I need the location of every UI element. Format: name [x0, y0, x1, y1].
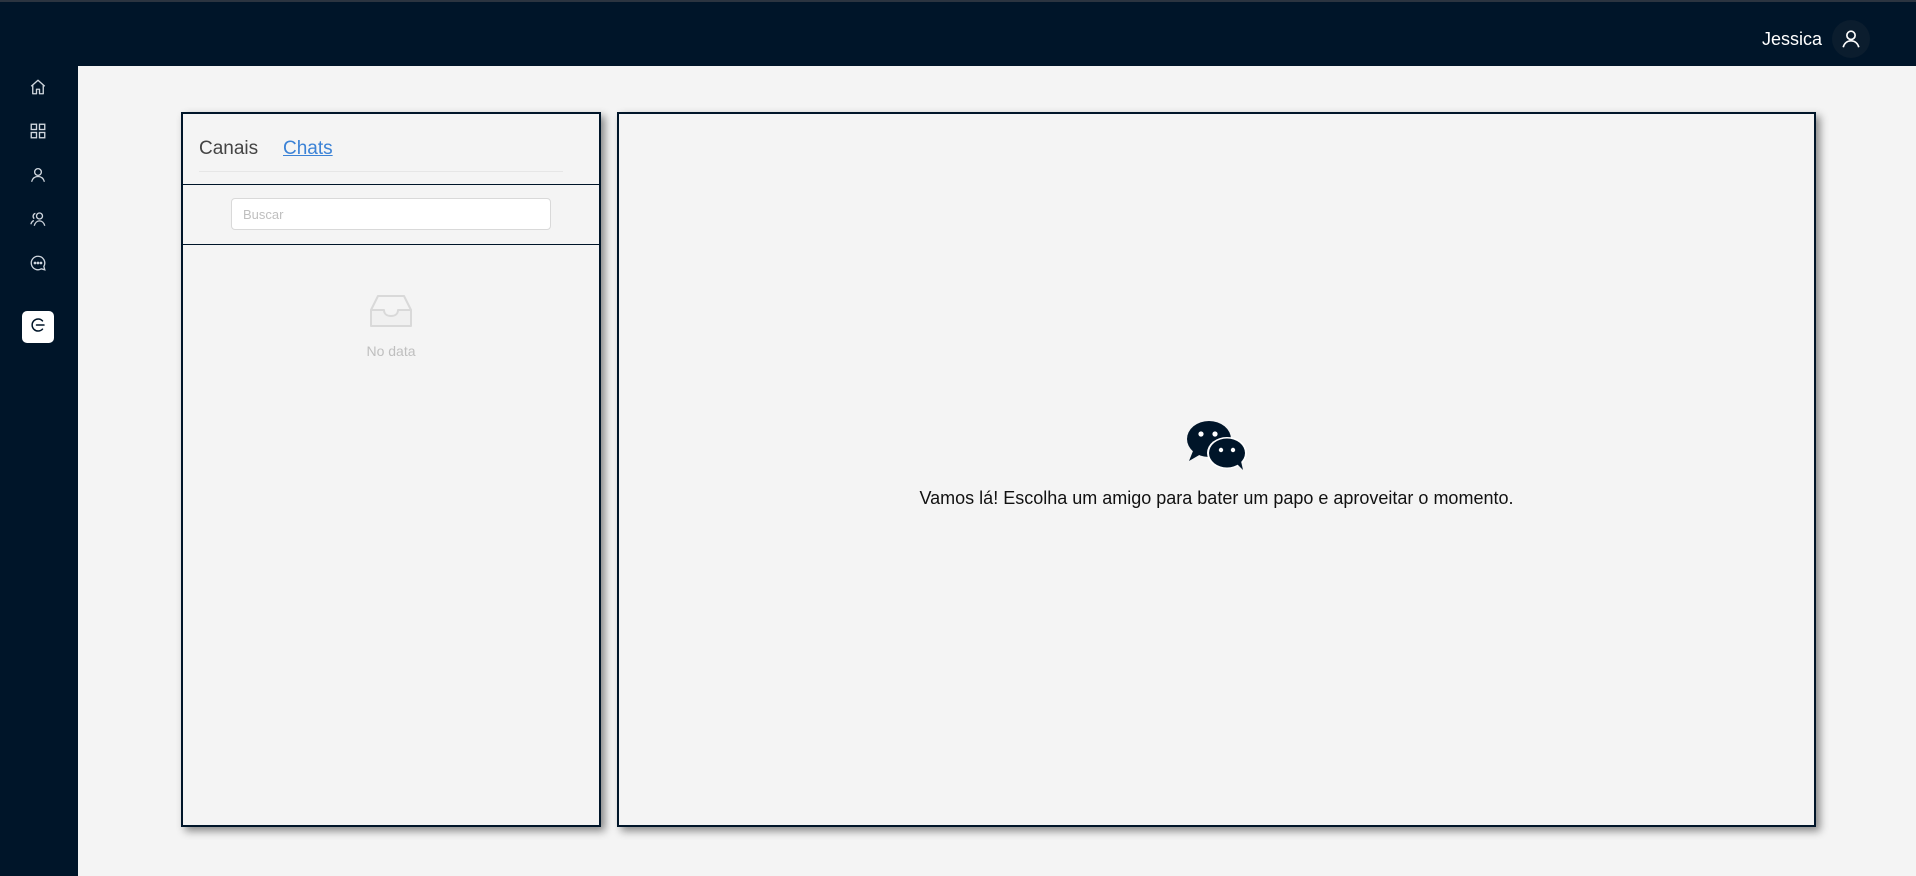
sidebar-item-home[interactable]	[22, 73, 54, 105]
sidebar-item-apps[interactable]	[22, 117, 54, 149]
tab-canais[interactable]: Canais	[199, 138, 258, 160]
tab-list: Canais Chats	[199, 138, 563, 172]
tab-chats[interactable]: Chats	[283, 138, 333, 160]
user-icon	[29, 166, 47, 189]
user-name: Jessica	[1761, 28, 1822, 49]
empty-text: No data	[366, 343, 416, 359]
sidebar-item-chat[interactable]	[22, 249, 54, 281]
search-row	[183, 185, 599, 245]
users-icon	[29, 210, 47, 233]
chat-view-panel: Vamos lá! Escolha um amigo para bater um…	[617, 112, 1816, 827]
welcome-message: Vamos lá! Escolha um amigo para bater um…	[619, 419, 1814, 509]
tab-bar: Canais Chats	[183, 114, 599, 185]
wechat-icon	[1185, 419, 1249, 476]
welcome-text: Vamos lá! Escolha um amigo para bater um…	[919, 488, 1514, 508]
top-bar: Jessica	[0, 0, 1916, 66]
home-icon	[29, 78, 47, 101]
empty-inbox-icon	[367, 292, 415, 335]
sidebar-item-logout[interactable]	[22, 311, 54, 343]
conversation-list-panel: Canais Chats No data	[181, 112, 601, 827]
apps-grid-icon	[29, 122, 47, 145]
sidebar	[0, 66, 78, 876]
user-menu[interactable]: Jessica	[1762, 20, 1870, 58]
user-icon[interactable]	[1832, 20, 1870, 58]
sidebar-item-profile[interactable]	[22, 161, 54, 193]
sidebar-item-users[interactable]	[22, 205, 54, 237]
empty-state: No data	[183, 292, 599, 359]
logout-icon	[29, 316, 47, 339]
search-input[interactable]	[231, 198, 551, 230]
chat-bubble-icon	[29, 254, 47, 277]
